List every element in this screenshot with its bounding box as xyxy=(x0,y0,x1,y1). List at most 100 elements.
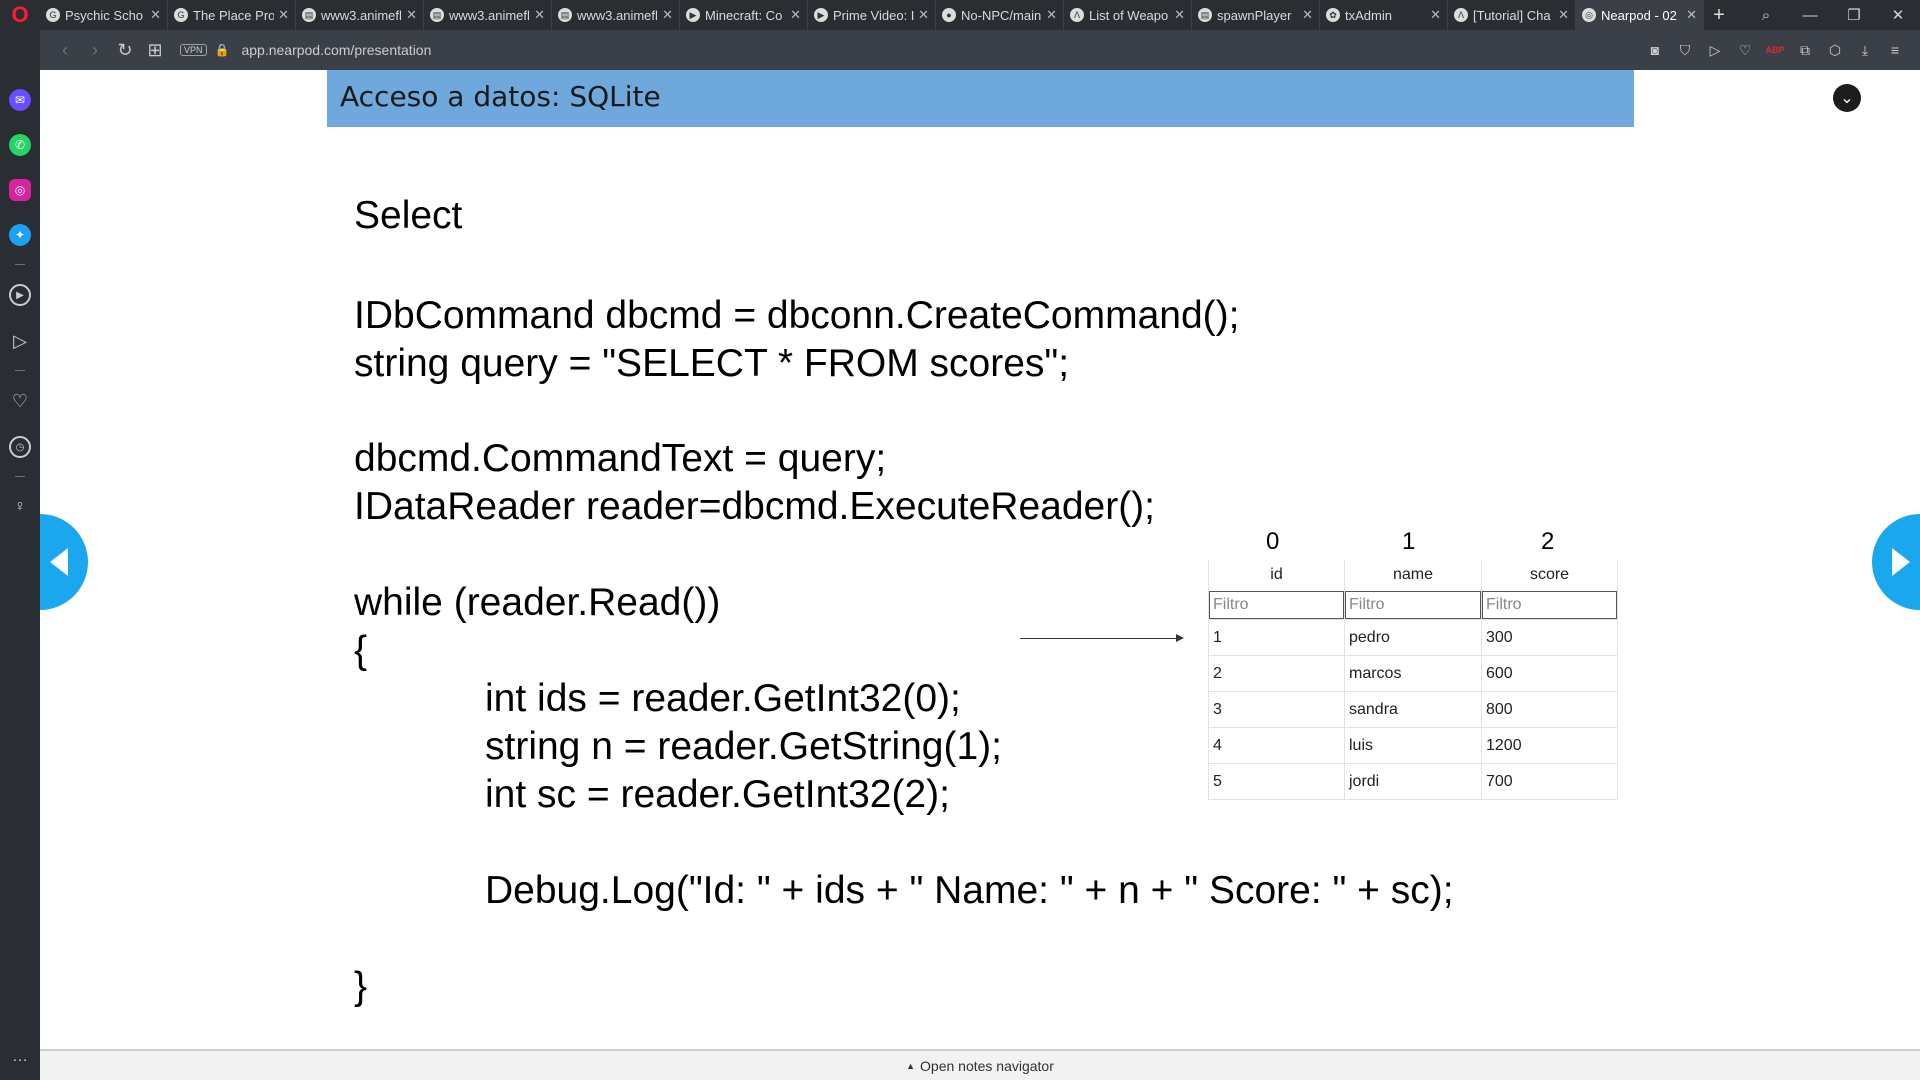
close-tab-icon[interactable]: ✕ xyxy=(1686,7,1697,23)
close-tab-icon[interactable]: ✕ xyxy=(1558,7,1569,23)
tab-bar: O G Psychic Scho ✕ G The Place Pro ✕ ▤ www3.ani… xyxy=(0,0,1920,30)
send-sidebar-icon[interactable]: ▷ xyxy=(9,330,31,352)
chevron-down-icon[interactable]: ⌄ xyxy=(1833,84,1861,112)
messenger-icon[interactable]: ✉ xyxy=(9,89,31,111)
download-icon[interactable]: ⤓ xyxy=(1850,42,1880,59)
close-tab-icon[interactable]: ✕ xyxy=(918,7,929,23)
tab-8[interactable]: Λ List of Weapo ✕ xyxy=(1064,0,1192,30)
close-tab-icon[interactable]: ✕ xyxy=(1430,7,1441,23)
favicon-icon: ▶ xyxy=(686,8,700,22)
tab-0[interactable]: G Psychic Scho ✕ xyxy=(40,0,168,30)
player-icon[interactable]: ▶ xyxy=(9,284,31,306)
code-line: while (reader.Read()) xyxy=(354,581,721,624)
table-cell: pedro xyxy=(1344,620,1481,656)
code-line: Debug.Log("Id: " + ids + " Name: " + n +… xyxy=(485,869,1454,912)
table-cell: jordi xyxy=(1344,764,1481,800)
close-tab-icon[interactable]: ✕ xyxy=(1046,7,1057,23)
shield-icon[interactable]: ⛉ xyxy=(1670,42,1700,59)
heart-icon[interactable]: ♡ xyxy=(1730,42,1760,59)
favicon-icon: ● xyxy=(942,8,956,22)
tab-3[interactable]: ▤ www3.animefl ✕ xyxy=(424,0,552,30)
notes-navigator-toggle[interactable]: ▲ Open notes navigator xyxy=(40,1049,1920,1080)
vpn-badge[interactable]: VPN xyxy=(180,44,207,56)
pointer-arrow-head xyxy=(1176,634,1184,642)
table-row: 1 pedro 300 xyxy=(1208,620,1618,656)
twitter-icon[interactable]: ✦ xyxy=(9,224,31,246)
pointer-arrow xyxy=(1020,638,1180,639)
tab-title: Prime Video: I xyxy=(833,7,915,23)
send-icon[interactable]: ▷ xyxy=(1700,42,1730,59)
tab-1[interactable]: G The Place Pro ✕ xyxy=(168,0,296,30)
url-field[interactable]: app.nearpod.com/presentation xyxy=(241,42,431,58)
table-row: 3 sandra 800 xyxy=(1208,692,1618,728)
tab-7[interactable]: ● No-NPC/main ✕ xyxy=(936,0,1064,30)
instagram-icon[interactable]: ◎ xyxy=(9,179,31,201)
tab-title: www3.animefl xyxy=(321,7,402,23)
menu-icon[interactable]: ≡ xyxy=(1880,42,1910,58)
lock-icon[interactable]: 🔒 xyxy=(215,43,230,57)
close-tab-icon[interactable]: ✕ xyxy=(150,7,161,23)
reload-button[interactable]: ↻ xyxy=(110,40,140,61)
table-cell: 700 xyxy=(1481,764,1618,800)
more-options-icon[interactable]: … xyxy=(9,1046,31,1068)
sidebar-divider xyxy=(15,476,25,477)
history-clock-icon[interactable]: ◷ xyxy=(9,436,31,458)
code-line: string query = "SELECT * FROM scores"; xyxy=(354,342,1070,385)
close-tab-icon[interactable]: ✕ xyxy=(1302,7,1313,23)
sidebar-divider xyxy=(15,370,25,371)
translate-icon[interactable]: ⧉ xyxy=(1790,42,1820,59)
close-tab-icon[interactable]: ✕ xyxy=(534,7,545,23)
tab-12[interactable]: ◎ Nearpod - 02 ✕ xyxy=(1576,0,1704,30)
filter-input: Filtro xyxy=(1482,590,1617,619)
next-slide-button[interactable] xyxy=(1872,514,1920,610)
forward-button[interactable]: › xyxy=(80,40,110,61)
back-button[interactable]: ‹ xyxy=(50,40,80,61)
search-tabs-icon[interactable]: ⌕ xyxy=(1744,7,1788,24)
favicon-icon: G xyxy=(174,8,188,22)
window-controls: ⌕ — ❐ ✕ xyxy=(1744,0,1920,30)
snapshot-icon[interactable]: ◙ xyxy=(1640,42,1670,58)
lightbulb-icon[interactable]: ♀ xyxy=(9,496,31,518)
speed-dial-icon[interactable]: ⊞ xyxy=(140,40,170,61)
close-tab-icon[interactable]: ✕ xyxy=(790,7,801,23)
whatsapp-icon[interactable]: ✆ xyxy=(9,134,31,156)
close-tab-icon[interactable]: ✕ xyxy=(406,7,417,23)
code-line: int sc = reader.GetInt32(2); xyxy=(485,773,950,816)
cube-icon[interactable]: ⬡ xyxy=(1820,42,1850,59)
table-cell: 300 xyxy=(1481,620,1618,656)
table-row: 4 luis 1200 xyxy=(1208,728,1618,764)
table-cell: 2 xyxy=(1208,656,1344,692)
tab-title: spawnPlayer xyxy=(1217,7,1292,23)
tab-title: The Place Pro xyxy=(193,7,275,23)
close-tab-icon[interactable]: ✕ xyxy=(662,7,673,23)
minimize-button[interactable]: — xyxy=(1788,7,1832,24)
column-index: 0 xyxy=(1266,528,1280,555)
tab-10[interactable]: ✿ txAdmin ✕ xyxy=(1320,0,1448,30)
filter-cell: Filtro xyxy=(1481,590,1618,620)
restore-button[interactable]: ❐ xyxy=(1832,6,1876,24)
tab-4[interactable]: ▤ www3.animefl ✕ xyxy=(552,0,680,30)
table-cell: luis xyxy=(1344,728,1481,764)
opera-menu-icon[interactable]: O xyxy=(0,0,40,30)
new-tab-button[interactable]: + xyxy=(1704,4,1734,27)
filter-cell: Filtro xyxy=(1344,590,1481,620)
table-cell: marcos xyxy=(1344,656,1481,692)
close-tab-icon[interactable]: ✕ xyxy=(278,7,289,23)
favicon-icon: ▶ xyxy=(814,8,828,22)
close-window-button[interactable]: ✕ xyxy=(1876,6,1920,24)
favicon-icon: ▤ xyxy=(558,8,572,22)
code-line: IDataReader reader=dbcmd.ExecuteReader()… xyxy=(354,485,1156,528)
close-tab-icon[interactable]: ✕ xyxy=(1174,7,1185,23)
favicon-icon: ▤ xyxy=(430,8,444,22)
tab-9[interactable]: ▤ spawnPlayer ✕ xyxy=(1192,0,1320,30)
tab-11[interactable]: Λ [Tutorial] Cha ✕ xyxy=(1448,0,1576,30)
triangle-up-icon: ▲ xyxy=(906,1060,916,1071)
filter-row: Filtro Filtro Filtro xyxy=(1208,590,1618,620)
address-bar: ‹ › ↻ ⊞ VPN 🔒 app.nearpod.com/presentati… xyxy=(40,30,1920,70)
tab-5[interactable]: ▶ Minecraft: Co ✕ xyxy=(680,0,808,30)
bookmarks-heart-icon[interactable]: ♡ xyxy=(9,390,31,412)
adblock-icon[interactable]: ABP xyxy=(1760,45,1790,55)
tab-2[interactable]: ▤ www3.animefl ✕ xyxy=(296,0,424,30)
tab-6[interactable]: ▶ Prime Video: I ✕ xyxy=(808,0,936,30)
previous-slide-button[interactable] xyxy=(40,514,88,610)
